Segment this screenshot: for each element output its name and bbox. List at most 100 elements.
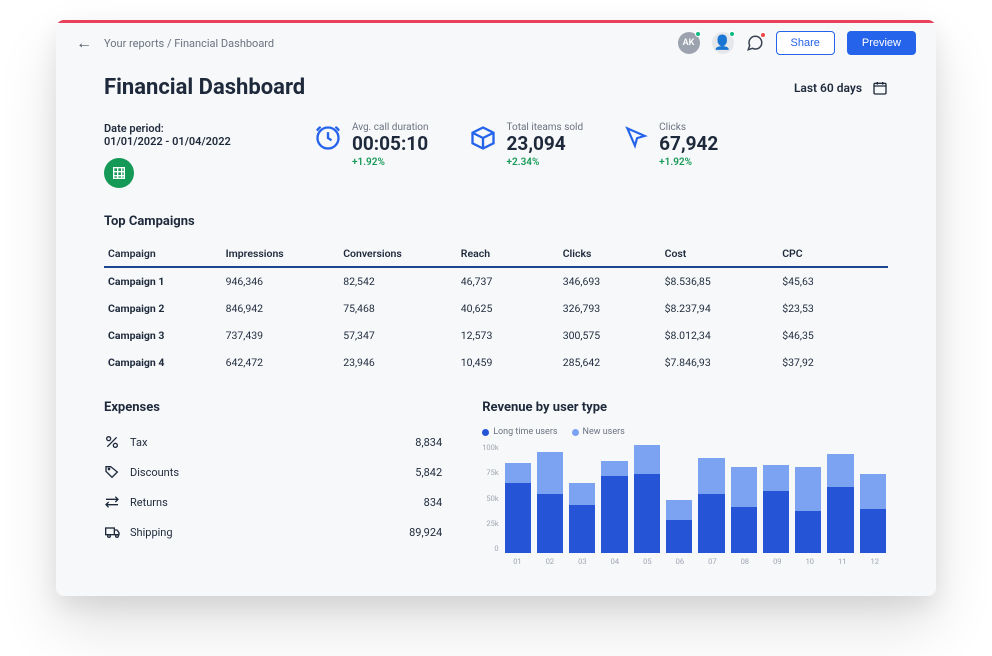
campaigns-table: CampaignImpressionsConversionsReachClick…	[104, 241, 888, 376]
revenue-chart-section: Revenue by user type Long time users New…	[482, 400, 888, 566]
avatar-initials[interactable]: AK	[678, 32, 700, 54]
bar-segment-new-users	[860, 474, 886, 509]
y-tick-label: 25k	[482, 519, 498, 528]
chart-title: Revenue by user type	[482, 400, 888, 415]
avatar-photo[interactable]: 👤	[712, 32, 734, 54]
date-range-selector[interactable]: Last 60 days	[794, 80, 888, 96]
expense-item: Returns834	[104, 487, 442, 517]
bar-segment-new-users	[698, 458, 724, 493]
table-row[interactable]: Campaign 2846,94275,46840,625326,793$8.2…	[104, 295, 888, 322]
expenses-list: Tax8,834Discounts5,842Returns834Shipping…	[104, 427, 442, 547]
table-cell: 40,625	[457, 295, 559, 322]
legend-item: New users	[572, 427, 625, 437]
date-period-label: Date period:	[104, 122, 274, 135]
chart-bar[interactable]	[731, 443, 757, 553]
table-cell: Campaign 2	[104, 295, 222, 322]
clock-icon	[314, 124, 342, 152]
y-tick-label: 100k	[482, 443, 498, 452]
chat-button[interactable]	[746, 34, 764, 52]
table-cell: $8.012,34	[661, 322, 779, 349]
table-cell: 737,439	[222, 322, 340, 349]
legend-swatch-icon	[482, 429, 489, 436]
x-tick-label: 11	[829, 557, 855, 566]
share-button[interactable]: Share	[776, 31, 835, 55]
chart-bar[interactable]	[634, 443, 660, 553]
table-cell: 82,542	[339, 267, 457, 295]
truck-icon	[104, 524, 130, 540]
chart-y-axis: 100k75k50k25k0	[482, 443, 498, 553]
table-cell: 326,793	[559, 295, 661, 322]
chart-bar[interactable]	[763, 443, 789, 553]
y-tick-label: 50k	[482, 494, 498, 503]
bar-segment-new-users	[827, 454, 853, 487]
chart-bar[interactable]	[505, 443, 531, 553]
kpi-delta: +1.92%	[659, 157, 718, 168]
x-tick-label: 03	[569, 557, 595, 566]
chart-bar[interactable]	[827, 443, 853, 553]
x-tick-label: 12	[862, 557, 888, 566]
chart-bar[interactable]	[860, 443, 886, 553]
bar-segment-new-users	[731, 467, 757, 507]
table-header-cell: Conversions	[339, 241, 457, 267]
table-cell: $8.536,85	[661, 267, 779, 295]
table-cell: $45,63	[778, 267, 888, 295]
legend-item: Long time users	[482, 427, 557, 437]
bar-segment-long-time-users	[537, 494, 563, 553]
chart-bar[interactable]	[698, 443, 724, 553]
table-cell: 23,946	[339, 349, 457, 376]
bar-segment-new-users	[569, 483, 595, 505]
date-period-block: Date period: 01/01/2022 - 01/04/2022	[104, 122, 274, 188]
back-arrow-icon[interactable]: ←	[76, 33, 92, 53]
table-cell: $8.237,94	[661, 295, 779, 322]
bar-segment-new-users	[537, 452, 563, 494]
tag-icon	[104, 464, 130, 480]
bar-segment-long-time-users	[505, 483, 531, 553]
table-header-cell: Clicks	[559, 241, 661, 267]
kpi-row: Date period: 01/01/2022 - 01/04/2022 Avg…	[104, 122, 888, 188]
notification-dot-icon	[760, 32, 766, 38]
title-row: Financial Dashboard Last 60 days	[104, 75, 888, 100]
x-tick-label: 05	[634, 557, 660, 566]
avatar-initials-text: AK	[683, 38, 695, 48]
spreadsheet-icon[interactable]	[104, 158, 134, 188]
chart-bar[interactable]	[666, 443, 692, 553]
campaigns-title: Top Campaigns	[104, 214, 888, 229]
table-cell: 346,693	[559, 267, 661, 295]
kpi-delta: +1.92%	[352, 157, 429, 168]
page-title: Financial Dashboard	[104, 75, 305, 100]
table-header-row: CampaignImpressionsConversionsReachClick…	[104, 241, 888, 267]
breadcrumb[interactable]: Your reports / Financial Dashboard	[104, 37, 666, 50]
bar-segment-new-users	[601, 461, 627, 476]
chart-wrap: 100k75k50k25k0	[482, 443, 888, 553]
y-tick-label: 75k	[482, 468, 498, 477]
table-cell: 300,575	[559, 322, 661, 349]
chart-bar[interactable]	[537, 443, 563, 553]
expense-label: Shipping	[130, 526, 409, 539]
bar-segment-long-time-users	[795, 511, 821, 553]
table-row[interactable]: Campaign 3737,43957,34712,573300,575$8.0…	[104, 322, 888, 349]
bar-segment-long-time-users	[731, 507, 757, 553]
table-row[interactable]: Campaign 1946,34682,54246,737346,693$8.5…	[104, 267, 888, 295]
table-header-cell: Cost	[661, 241, 779, 267]
chart-bar[interactable]	[569, 443, 595, 553]
table-cell: $46,35	[778, 322, 888, 349]
table-row[interactable]: Campaign 4642,47223,94610,459285,642$7.8…	[104, 349, 888, 376]
expense-value: 5,842	[415, 466, 442, 479]
x-tick-label: 08	[732, 557, 758, 566]
preview-button[interactable]: Preview	[847, 31, 916, 55]
status-dot-icon	[729, 31, 735, 37]
expense-value: 834	[424, 496, 443, 509]
table-cell: 57,347	[339, 322, 457, 349]
chart-bar[interactable]	[795, 443, 821, 553]
chart-bar[interactable]	[601, 443, 627, 553]
content-area: Financial Dashboard Last 60 days Date pe…	[56, 63, 936, 596]
bottom-row: Expenses Tax8,834Discounts5,842Returns83…	[104, 400, 888, 566]
table-cell: 75,468	[339, 295, 457, 322]
bar-segment-long-time-users	[860, 509, 886, 553]
dashboard-window: ← Your reports / Financial Dashboard AK …	[56, 20, 936, 596]
table-cell: 946,346	[222, 267, 340, 295]
bar-segment-long-time-users	[666, 520, 692, 553]
expense-label: Tax	[130, 436, 415, 449]
kpi-value: 23,094	[507, 134, 584, 155]
date-range-label: Last 60 days	[794, 81, 862, 95]
